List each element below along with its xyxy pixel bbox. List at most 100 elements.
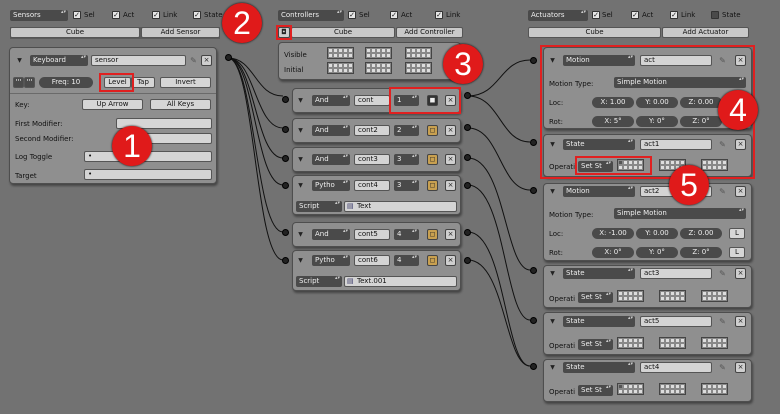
controllers-sel-checkbox[interactable]: ✓ [348,11,356,19]
controller-state-dropdown[interactable]: 3 [394,154,419,165]
key-value-button[interactable]: Up Arrow [82,99,143,110]
controller-input-socket[interactable] [282,257,289,264]
actuators-sel-checkbox[interactable]: ✓ [592,11,600,19]
actuators-state-checkbox[interactable] [711,11,719,19]
python-script-field[interactable]: ▤ Text [344,201,457,212]
preference-icon[interactable]: ◻ [427,229,438,240]
visible-states-grid-b[interactable] [365,47,392,59]
visible-states-grid-a[interactable] [327,47,354,59]
actuator-input-socket[interactable] [530,139,537,146]
loc-z-field[interactable]: Z: 0.00 [680,228,722,239]
sensor-output-socket[interactable] [225,54,232,61]
controller-name-field[interactable]: cont3 [354,154,390,165]
controller-input-socket[interactable] [282,182,289,189]
actuators-object-name[interactable]: Cube [528,27,661,38]
operation-dropdown[interactable]: Set St [578,339,613,350]
close-icon[interactable]: × [735,268,746,279]
collapse-triangle-icon[interactable]: ▼ [295,255,306,266]
initial-states-grid-b[interactable] [365,62,392,74]
state-grid-b[interactable] [659,290,686,302]
motion-type-dropdown[interactable]: Simple Motion [614,208,746,219]
controller-state-dropdown[interactable]: 4 [394,255,419,266]
controller-name-field[interactable]: cont5 [354,229,390,240]
collapse-triangle-icon[interactable]: ▼ [295,154,306,165]
actuator-input-socket[interactable] [530,187,537,194]
collapse-triangle-icon[interactable]: ▼ [547,268,558,279]
actuator-input-socket[interactable] [530,57,537,64]
collapse-triangle-icon[interactable]: ▼ [295,95,306,106]
actuator-type-dropdown[interactable]: State [563,316,635,327]
collapse-triangle-icon[interactable]: ▼ [547,362,558,373]
collapse-triangle-icon[interactable]: ▼ [295,125,306,136]
controller-type-dropdown[interactable]: And [312,229,350,240]
state-grid-b[interactable] [659,383,686,395]
pin-icon[interactable]: ✎ [717,268,728,279]
rot-z-field[interactable]: Z: 0° [680,247,722,258]
controller-type-dropdown[interactable]: And [312,125,350,136]
close-icon[interactable]: × [735,362,746,373]
controllers-link-checkbox[interactable]: ✓ [435,11,443,19]
close-icon[interactable]: × [445,229,456,240]
controller-name-field[interactable]: cont4 [354,180,390,191]
close-icon[interactable]: × [201,55,212,66]
operation-dropdown[interactable]: Set St [578,292,613,303]
state-grid-a[interactable] [617,290,644,302]
controller-name-field[interactable]: cont [354,95,390,106]
collapse-triangle-icon[interactable]: ▼ [295,180,306,191]
state-grid-a[interactable] [617,337,644,349]
loc-local-toggle[interactable]: L [729,228,745,239]
sensors-state-checkbox[interactable]: ✓ [193,11,201,19]
sensor-name-field[interactable]: sensor [91,55,186,66]
actuator-name-field[interactable]: act4 [640,362,712,373]
controller-type-dropdown[interactable]: Pytho [312,255,350,266]
close-icon[interactable]: × [445,154,456,165]
sensors-object-name[interactable]: Cube [10,27,140,38]
preference-icon[interactable]: ◻ [427,180,438,191]
actuator-type-dropdown[interactable]: Motion [563,186,635,197]
add-sensor-button[interactable]: Add Sensor [141,27,220,38]
close-icon[interactable]: × [445,180,456,191]
preference-icon[interactable]: ◻ [427,255,438,266]
state-grid-c[interactable] [701,337,728,349]
controller-state-dropdown[interactable]: 2 [394,125,419,136]
loc-y-field[interactable]: Y: 0.00 [636,228,678,239]
controller-state-dropdown[interactable]: 3 [394,180,419,191]
actuator-input-socket[interactable] [530,267,537,274]
sensor-type-dropdown[interactable]: Keyboard [30,55,88,66]
controller-name-field[interactable]: cont2 [354,125,390,136]
state-grid-c[interactable] [701,383,728,395]
false-pulse-button[interactable]: ''' [24,77,35,88]
operation-dropdown[interactable]: Set St [578,385,613,396]
python-mode-dropdown[interactable]: Script [296,276,342,287]
controllers-object-name[interactable]: Cube [291,27,395,38]
controller-output-socket[interactable] [464,229,471,236]
controller-output-socket[interactable] [464,124,471,131]
actuators-header-dropdown[interactable]: Actuators [528,10,588,21]
actuator-input-socket[interactable] [530,317,537,324]
state-grid-b[interactable] [659,337,686,349]
python-mode-dropdown[interactable]: Script [296,201,342,212]
controller-input-socket[interactable] [282,155,289,162]
controller-state-dropdown[interactable]: 4 [394,229,419,240]
collapse-triangle-icon[interactable]: ▼ [547,316,558,327]
loc-x-field[interactable]: X: -1.00 [592,228,634,239]
controllers-act-checkbox[interactable]: ✓ [390,11,398,19]
preference-icon[interactable]: ◻ [427,154,438,165]
invert-button[interactable]: Invert [160,77,211,88]
controller-type-dropdown[interactable]: And [312,154,350,165]
state-grid-c[interactable] [701,290,728,302]
actuators-link-checkbox[interactable]: ✓ [670,11,678,19]
target-field[interactable]: • [84,169,212,180]
controller-input-socket[interactable] [282,96,289,103]
collapse-triangle-icon[interactable]: ▼ [547,186,558,197]
controller-output-socket[interactable] [464,92,471,99]
true-pulse-button[interactable]: ''' [13,77,24,88]
sensors-header-dropdown[interactable]: Sensors [10,10,68,21]
pin-icon[interactable]: ✎ [717,362,728,373]
controller-output-socket[interactable] [464,257,471,264]
collapse-triangle-icon[interactable]: ▼ [14,55,25,66]
initial-states-grid-c[interactable] [405,62,432,74]
pin-icon[interactable]: ✎ [717,316,728,327]
close-icon[interactable]: × [735,186,746,197]
close-icon[interactable]: × [445,255,456,266]
